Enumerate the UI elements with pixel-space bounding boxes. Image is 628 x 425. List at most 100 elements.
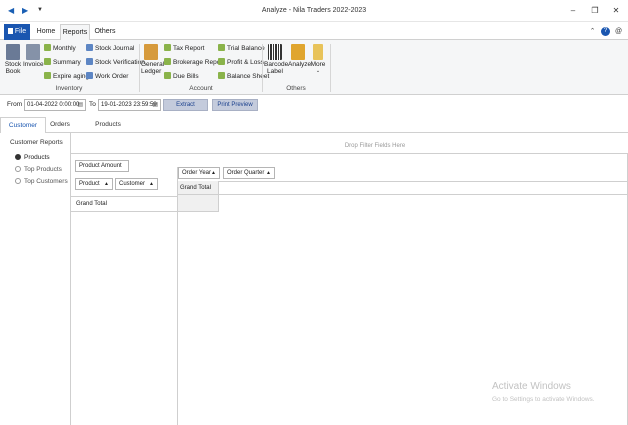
tax-report-label: Tax Report bbox=[173, 45, 205, 52]
column-field-order-quarter[interactable]: Order Quarter ▲ bbox=[223, 167, 275, 179]
brokerage-report-button[interactable]: Brokerage Report bbox=[164, 58, 224, 67]
help-icon[interactable]: ? bbox=[601, 27, 610, 36]
drop-filter-zone[interactable]: Drop Filter Fields Here bbox=[178, 143, 572, 149]
about-icon[interactable]: @ bbox=[614, 27, 623, 36]
profit-loss-button[interactable]: Profit & Loss bbox=[218, 58, 264, 67]
calendar-icon[interactable]: ▤ bbox=[77, 100, 83, 110]
more-label: More bbox=[310, 61, 326, 68]
file-tab-label: File bbox=[14, 28, 27, 35]
grand-total-column-border bbox=[218, 181, 219, 211]
radio-dot-icon bbox=[15, 178, 21, 184]
stock-book-label: Stock Book bbox=[4, 61, 22, 75]
general-ledger-button[interactable]: General Ledger bbox=[141, 44, 164, 75]
file-icon bbox=[7, 28, 13, 34]
order-quarter-label: Order Quarter bbox=[227, 170, 265, 176]
stock-journal-button[interactable]: Stock Journal bbox=[86, 44, 134, 53]
more-icon bbox=[313, 44, 323, 60]
expire-aging-label: Expire aging bbox=[53, 73, 90, 80]
radio-dot-icon bbox=[15, 166, 21, 172]
journal-icon bbox=[86, 44, 93, 51]
report-leaf-icon bbox=[44, 72, 51, 79]
analyze-button[interactable]: Analyze bbox=[288, 44, 312, 68]
invoice-label: Invoice bbox=[23, 61, 44, 68]
analyze-label: Analyze bbox=[288, 61, 312, 68]
from-date-input[interactable]: 01-04-2022 0:00:00 ▤ bbox=[24, 99, 86, 111]
invoice-icon bbox=[25, 44, 40, 60]
sort-arrow-icon: ▲ bbox=[266, 170, 271, 176]
grand-total-row-header: Grand Total bbox=[76, 201, 107, 207]
due-bills-label: Due Bills bbox=[173, 73, 199, 80]
radio-dot-icon bbox=[15, 154, 21, 160]
group-label-others: Others bbox=[286, 85, 306, 92]
group-label-inventory: Inventory bbox=[55, 85, 83, 92]
row-field-customer[interactable]: Customer ▲ bbox=[115, 178, 158, 190]
trial-balance-button[interactable]: Trial Balance bbox=[218, 44, 265, 53]
activate-windows-subtitle: Go to Settings to activate Windows. bbox=[492, 396, 595, 403]
barcode-label-button[interactable]: Barcode Label bbox=[264, 44, 288, 75]
stock-verification-label: Stock Verification bbox=[95, 59, 145, 66]
date-filter-bar: From 01-04-2022 0:00:00 ▤ To 19-01-2023 … bbox=[0, 96, 628, 114]
row-field-product[interactable]: Product ▲ bbox=[75, 178, 113, 190]
radio-top-products-label: Top Products bbox=[24, 166, 62, 173]
tab-products[interactable]: Products bbox=[92, 117, 124, 133]
row-header-line bbox=[70, 196, 178, 197]
tab-reports[interactable]: Reports bbox=[60, 24, 90, 41]
data-field-product-amount[interactable]: Product Amount bbox=[75, 160, 129, 172]
report-leaf-icon bbox=[164, 44, 171, 51]
extract-button[interactable]: Extract bbox=[163, 99, 208, 111]
row-bottom-line bbox=[70, 211, 219, 212]
radio-top-products[interactable]: Top Products bbox=[15, 165, 62, 174]
more-button[interactable]: More ⌄ bbox=[310, 44, 326, 75]
close-button[interactable]: ✕ bbox=[609, 5, 623, 17]
tab-customer[interactable]: Customer bbox=[0, 117, 46, 134]
verification-icon bbox=[86, 58, 93, 65]
print-preview-button[interactable]: Print Preview bbox=[212, 99, 258, 111]
expire-aging-button[interactable]: Expire aging bbox=[44, 72, 89, 81]
main-content: Customer Reports Products Top Products T… bbox=[0, 133, 628, 425]
invoice-button[interactable]: Invoice bbox=[23, 44, 44, 68]
tab-home[interactable]: Home bbox=[34, 24, 58, 40]
customer-reports-title: Customer Reports bbox=[10, 139, 63, 146]
stock-verification-button[interactable]: Stock Verification bbox=[86, 58, 145, 67]
summary-button[interactable]: Summary bbox=[44, 58, 81, 67]
radio-products[interactable]: Products bbox=[15, 153, 50, 162]
tab-others[interactable]: Others bbox=[92, 24, 118, 40]
customer-field-label: Customer bbox=[119, 181, 146, 187]
due-bills-button[interactable]: Due Bills bbox=[164, 72, 199, 81]
work-order-label: Work Order bbox=[95, 73, 129, 80]
barcode-icon bbox=[268, 44, 282, 60]
pivot-grid-divider bbox=[177, 167, 178, 425]
restore-button[interactable]: ❐ bbox=[588, 5, 602, 17]
general-ledger-icon bbox=[144, 44, 158, 60]
calendar-icon[interactable]: ▤ bbox=[152, 100, 158, 110]
work-order-button[interactable]: Work Order bbox=[86, 72, 128, 81]
minimize-button[interactable]: – bbox=[566, 5, 580, 17]
monthly-button[interactable]: Monthly bbox=[44, 44, 76, 53]
title-bar: ◀ ▶ ▼ Analyze - Nila Traders 2022-2023 –… bbox=[0, 0, 628, 22]
report-leaf-icon bbox=[44, 44, 51, 51]
report-leaf-icon bbox=[218, 44, 225, 51]
radio-top-customers[interactable]: Top Customers bbox=[15, 177, 68, 186]
to-label: To bbox=[89, 101, 96, 108]
to-date-input[interactable]: 19-01-2023 23:59:59 ▤ bbox=[98, 99, 161, 111]
report-leaf-icon bbox=[164, 72, 171, 79]
data-field-label: Product Amount bbox=[79, 163, 122, 169]
profit-loss-label: Profit & Loss bbox=[227, 59, 264, 66]
column-header-bottom-line bbox=[178, 194, 628, 195]
sort-arrow-icon: ▲ bbox=[104, 181, 109, 187]
sort-arrow-icon: ▲ bbox=[211, 170, 216, 176]
file-menu-tab[interactable]: File bbox=[4, 24, 30, 40]
stock-book-button[interactable]: Stock Book bbox=[4, 44, 22, 75]
column-header-line bbox=[178, 181, 628, 182]
sort-arrow-icon: ▲ bbox=[149, 181, 154, 187]
monthly-label: Monthly bbox=[53, 45, 76, 52]
collapse-ribbon-icon[interactable]: ⌃ bbox=[588, 27, 597, 36]
panel-divider bbox=[70, 133, 71, 425]
work-order-icon bbox=[86, 72, 93, 79]
tax-report-button[interactable]: Tax Report bbox=[164, 44, 204, 53]
column-field-order-year[interactable]: Order Year ▲ bbox=[178, 167, 220, 179]
tab-orders[interactable]: Orders bbox=[46, 117, 74, 133]
to-date-value: 19-01-2023 23:59:59 bbox=[101, 102, 157, 108]
stock-journal-label: Stock Journal bbox=[95, 45, 135, 52]
order-year-label: Order Year bbox=[182, 170, 212, 176]
